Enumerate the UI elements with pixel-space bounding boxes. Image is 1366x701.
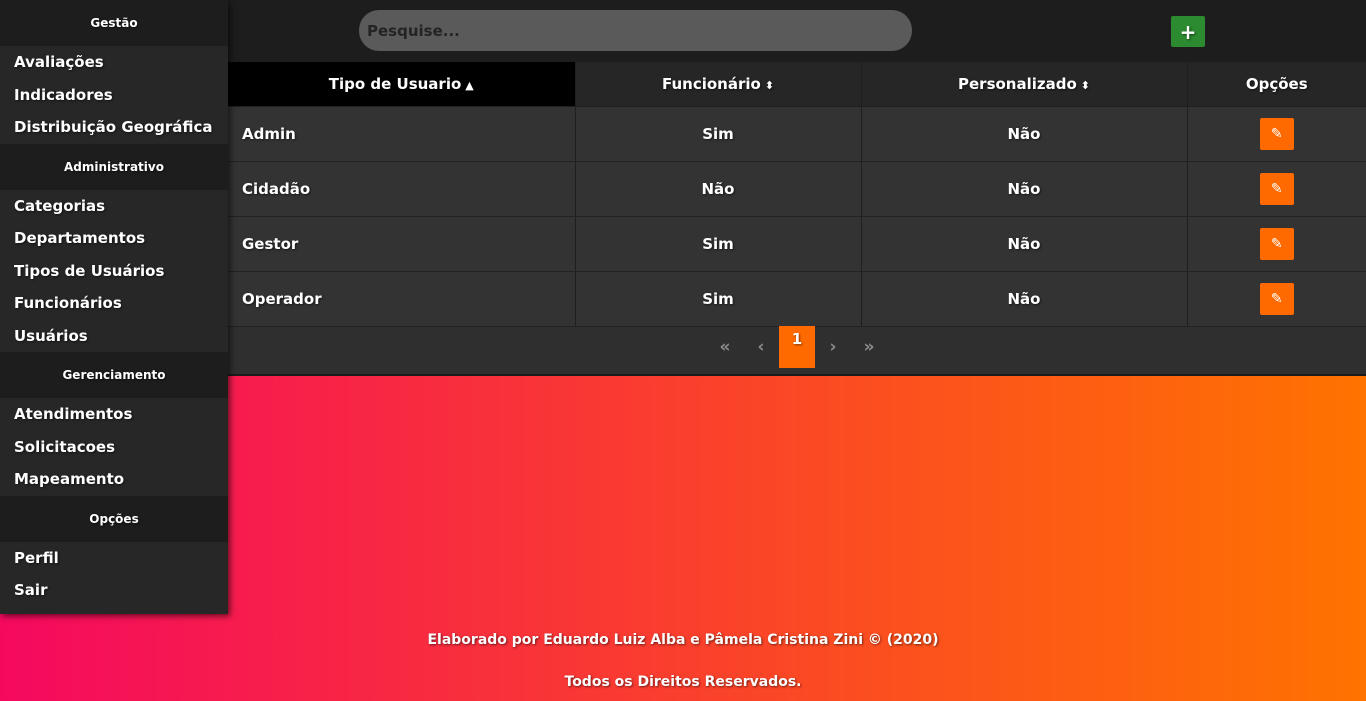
- sidebar-group-opcoes: Perfil Sair: [0, 542, 228, 607]
- column-header-label: Personalizado: [958, 74, 1077, 93]
- sidebar-item-funcionarios[interactable]: Funcionários: [0, 287, 228, 320]
- sidebar-group-title-administrativo: Administrativo: [0, 143, 228, 190]
- table-header-row: Tipo de Usuario ▲ Funcionário ⬍ Personaliz…: [228, 62, 1366, 107]
- cell-personalizado: Não: [861, 161, 1188, 217]
- sidebar-group-title-gestao: Gestão: [0, 0, 228, 46]
- sidebar-group-administrativo: Categorias Departamentos Tipos de Usuári…: [0, 190, 228, 353]
- cell-tipo: Cidadão: [228, 161, 576, 217]
- pencil-icon: ✎: [1270, 180, 1283, 197]
- sidebar-group-gerenciamento: Atendimentos Solicitacoes Mapeamento: [0, 398, 228, 496]
- sidebar-group-gestao: Avaliações Indicadores Distribuição Geog…: [0, 46, 228, 144]
- cell-funcionario: Não: [575, 161, 862, 217]
- column-header-tipo-de-usuario[interactable]: Tipo de Usuario ▲: [228, 62, 576, 107]
- sidebar-item-distribuicao-geografica[interactable]: Distribuição Geográfica: [0, 111, 228, 144]
- sidebar-item-mapeamento[interactable]: Mapeamento: [0, 463, 228, 496]
- sidebar: Gestão Avaliações Indicadores Distribuiç…: [0, 0, 228, 614]
- cell-funcionario: Sim: [575, 271, 862, 327]
- sidebar-item-solicitacoes[interactable]: Solicitacoes: [0, 431, 228, 464]
- cell-funcionario: Sim: [575, 216, 862, 272]
- cell-funcionario: Sim: [575, 106, 862, 162]
- sort-asc-icon: ▲: [465, 78, 474, 92]
- sidebar-item-avaliacoes[interactable]: Avaliações: [0, 46, 228, 79]
- column-header-label: Tipo de Usuario: [328, 74, 462, 93]
- sidebar-item-usuarios[interactable]: Usuários: [0, 320, 228, 353]
- sidebar-item-indicadores[interactable]: Indicadores: [0, 79, 228, 112]
- cell-tipo: Operador: [228, 271, 576, 327]
- sort-icon: ⬍: [764, 78, 775, 92]
- next-page-button[interactable]: ›: [815, 326, 851, 368]
- cell-tipo: Gestor: [228, 216, 576, 272]
- edit-button[interactable]: ✎: [1259, 282, 1294, 315]
- current-page-button[interactable]: 1: [779, 326, 815, 368]
- footer-credit: Elaborado por Eduardo Luiz Alba e Pâmela…: [427, 632, 939, 648]
- first-page-button[interactable]: «: [707, 326, 743, 368]
- search-input[interactable]: [359, 10, 912, 51]
- column-header-label: Opções: [1245, 74, 1308, 93]
- plus-icon: +: [1179, 19, 1197, 44]
- last-page-button[interactable]: »: [851, 326, 887, 368]
- sidebar-item-categorias[interactable]: Categorias: [0, 190, 228, 223]
- footer-rights: Todos os Direitos Reservados.: [564, 674, 802, 690]
- table-row: Admin Sim Não ✎: [228, 106, 1366, 162]
- sidebar-item-departamentos[interactable]: Departamentos: [0, 222, 228, 255]
- sidebar-item-perfil[interactable]: Perfil: [0, 542, 228, 575]
- add-button[interactable]: +: [1171, 16, 1205, 47]
- column-header-label: Funcionário: [661, 74, 761, 93]
- pencil-icon: ✎: [1270, 290, 1283, 307]
- table-row: Operador Sim Não ✎: [228, 271, 1366, 327]
- sidebar-group-title-opcoes: Opções: [0, 495, 228, 542]
- column-header-opcoes: Opções: [1187, 62, 1366, 107]
- column-header-funcionario[interactable]: Funcionário ⬍: [575, 62, 862, 107]
- pencil-icon: ✎: [1270, 125, 1283, 142]
- table-row: Cidadão Não Não ✎: [228, 161, 1366, 217]
- user-types-table-panel: Tipo de Usuario ▲ Funcionário ⬍ Personaliz…: [228, 62, 1366, 376]
- edit-button[interactable]: ✎: [1259, 117, 1294, 150]
- sidebar-item-atendimentos[interactable]: Atendimentos: [0, 398, 228, 431]
- cell-personalizado: Não: [861, 216, 1188, 272]
- column-header-personalizado[interactable]: Personalizado ⬍: [861, 62, 1188, 107]
- sidebar-item-tipos-de-usuarios[interactable]: Tipos de Usuários: [0, 255, 228, 288]
- user-types-table: Tipo de Usuario ▲ Funcionário ⬍ Personaliz…: [228, 62, 1366, 327]
- prev-page-button[interactable]: ‹: [743, 326, 779, 368]
- cell-personalizado: Não: [861, 106, 1188, 162]
- edit-button[interactable]: ✎: [1259, 227, 1294, 260]
- sort-icon: ⬍: [1080, 78, 1090, 92]
- cell-opcoes: ✎: [1187, 271, 1366, 327]
- cell-opcoes: ✎: [1187, 161, 1366, 217]
- table-row: Gestor Sim Não ✎: [228, 216, 1366, 272]
- sidebar-group-title-gerenciamento: Gerenciamento: [0, 352, 228, 398]
- sidebar-item-sair[interactable]: Sair: [0, 574, 228, 607]
- pagination: « ‹ 1 › »: [228, 326, 1366, 370]
- top-bar: +: [228, 0, 1366, 62]
- cell-personalizado: Não: [861, 271, 1188, 327]
- cell-opcoes: ✎: [1187, 106, 1366, 162]
- pencil-icon: ✎: [1270, 235, 1283, 252]
- cell-opcoes: ✎: [1187, 216, 1366, 272]
- cell-tipo: Admin: [228, 106, 576, 162]
- edit-button[interactable]: ✎: [1259, 172, 1294, 205]
